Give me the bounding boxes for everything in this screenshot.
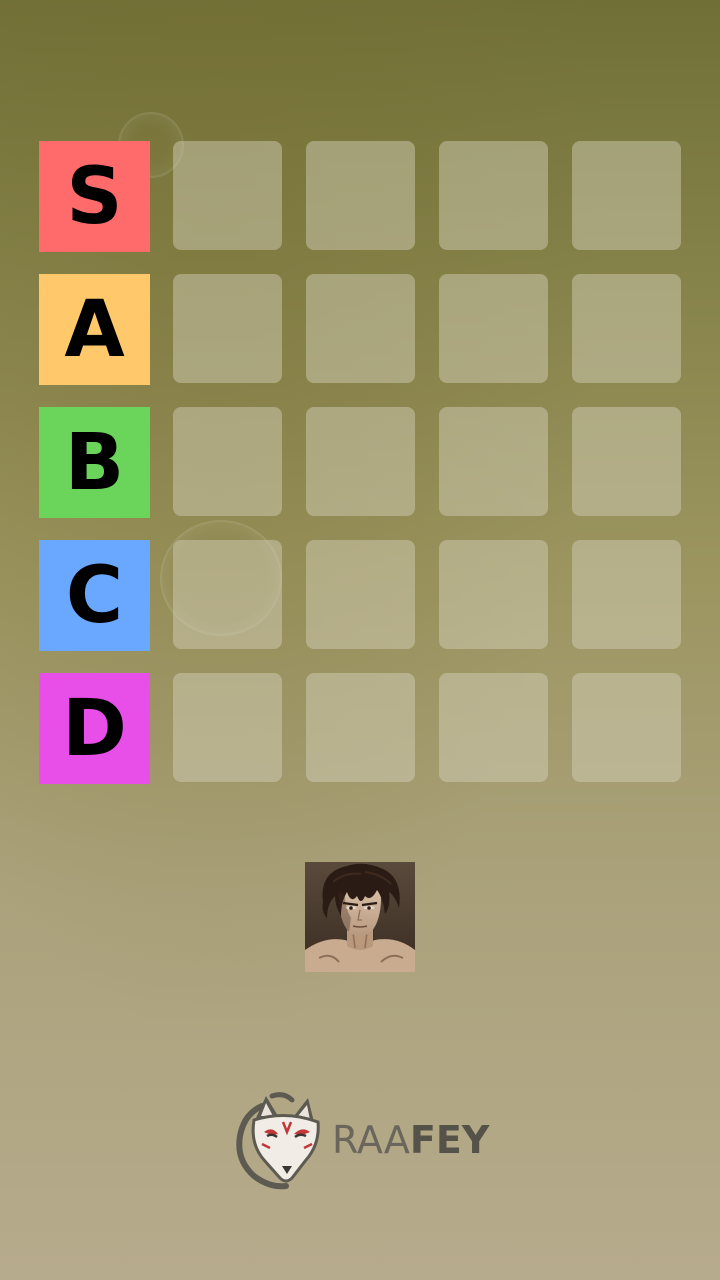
kitsune-fox-mask-icon — [236, 1092, 320, 1190]
tier-slot[interactable] — [439, 274, 548, 383]
tier-slot[interactable] — [306, 141, 415, 250]
brand-wordmark-bold: FEY — [409, 1118, 490, 1162]
tier-slot[interactable] — [306, 540, 415, 649]
tier-row-d: D — [39, 673, 681, 784]
tier-slot[interactable] — [572, 274, 681, 383]
tier-slot[interactable] — [173, 274, 282, 383]
tier-row-s: S — [39, 141, 681, 252]
tier-slot[interactable] — [572, 407, 681, 516]
tier-slot[interactable] — [439, 673, 548, 782]
tier-slot[interactable] — [572, 141, 681, 250]
tier-slot[interactable] — [572, 540, 681, 649]
tier-slot[interactable] — [306, 407, 415, 516]
tier-row-b: B — [39, 407, 681, 518]
tier-slot[interactable] — [439, 407, 548, 516]
tier-label-d: D — [39, 673, 150, 784]
tier-slot[interactable] — [572, 673, 681, 782]
tier-label-a: A — [39, 274, 150, 385]
tier-label-c: C — [39, 540, 150, 651]
tier-slot[interactable] — [439, 141, 548, 250]
tier-slot[interactable] — [173, 407, 282, 516]
tier-slot[interactable] — [306, 274, 415, 383]
tier-label-b: B — [39, 407, 150, 518]
tier-slot[interactable] — [173, 141, 282, 250]
brand-wordmark: RAAFEY — [332, 1118, 489, 1162]
brand-logo: RAAFEY — [232, 1088, 492, 1192]
character-card[interactable] — [305, 862, 415, 972]
tier-row-c: C — [39, 540, 681, 651]
tier-slot[interactable] — [173, 540, 282, 649]
anime-character-portrait — [305, 862, 415, 972]
tier-label-s: S — [39, 141, 150, 252]
brand-wordmark-light: RAA — [332, 1118, 410, 1162]
tier-slot[interactable] — [306, 673, 415, 782]
tier-row-a: A — [39, 274, 681, 385]
tier-slot[interactable] — [439, 540, 548, 649]
tier-slot[interactable] — [173, 673, 282, 782]
